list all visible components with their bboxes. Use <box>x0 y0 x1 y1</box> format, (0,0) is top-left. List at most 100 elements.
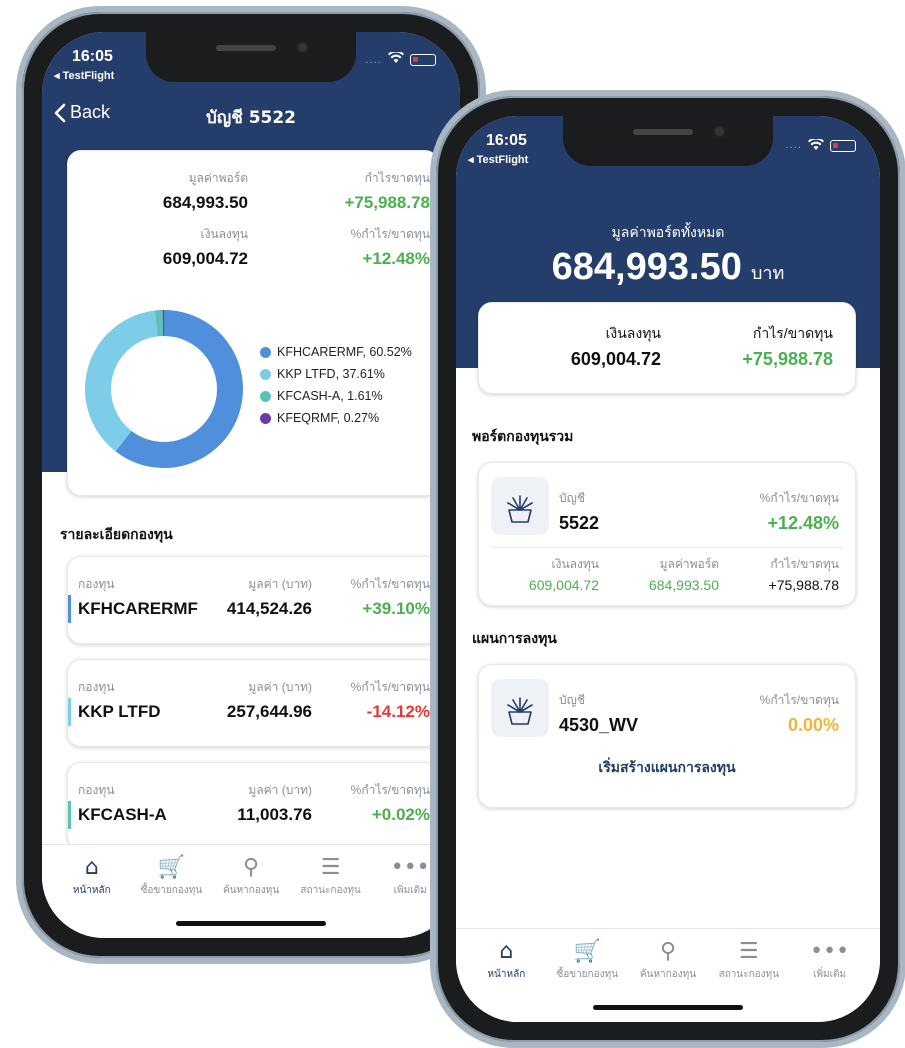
tab-label: ซื้อขายกองทุน <box>556 969 618 980</box>
total-value-amount: 684,993.50 <box>551 246 742 288</box>
wifi-icon <box>808 136 824 155</box>
legend-swatch <box>260 390 271 402</box>
legend-label: KKP LTFD, 37.61% <box>277 367 385 381</box>
invested-value: 609,004.72 <box>570 349 661 369</box>
value-col-label: มูลค่า (บาท) <box>248 680 312 694</box>
portfolio-value-label: มูลค่าพอร์ต <box>188 171 248 185</box>
profit-value: +75,988.78 <box>768 577 839 593</box>
fund-col-label: กองทุน <box>78 577 115 591</box>
pct-col-label: %กำไร/ขาดทุน <box>350 577 430 591</box>
tab-label: เพิ่มเติม <box>813 969 847 980</box>
tab-icon: 🛒 <box>573 939 601 964</box>
plan-card[interactable]: บัญชี 4530_WV %กำไร/ขาดทุน 0.00% เริ่มสร… <box>478 664 856 808</box>
status-time: 16:05 <box>72 48 113 65</box>
tab-icon: ⚲ <box>659 939 677 964</box>
fund-details-title: รายละเอียดกองทุน <box>60 527 173 543</box>
fund-pct: +39.10% <box>362 599 430 618</box>
tab-label: ค้นหากองทุน <box>639 969 697 980</box>
fund-color-bar <box>68 801 71 829</box>
pct-col-label: %กำไร/ขาดทุน <box>350 783 430 797</box>
donut-slice-kkp-ltfd <box>85 310 159 452</box>
create-plan-link[interactable]: เริ่มสร้างแผนการลงทุน <box>479 757 855 779</box>
testflight-back[interactable]: ◂ TestFlight <box>468 153 528 166</box>
right-phone: 16:05 ◂ TestFlight .... มูลค่าพอร์ตทั้งห… <box>430 90 905 1048</box>
tab-icon: 🛒 <box>157 855 186 880</box>
portfolio-value: 684,993.50 <box>648 577 719 593</box>
fund-pct: -14.12% <box>366 702 430 721</box>
pct-col-label: %กำไร/ขาดทุน <box>350 680 430 694</box>
donut-slice-kfhcarermf <box>115 310 243 468</box>
portfolio-value-label: มูลค่าพอร์ต <box>659 557 719 571</box>
value-col-label: มูลค่า (บาท) <box>248 783 312 797</box>
profit-label: กำไร/ขาดทุน <box>770 557 839 571</box>
fund-row[interactable]: กองทุน มูลค่า (บาท) %กำไร/ขาดทุน KKP LTF… <box>67 659 439 747</box>
legend-swatch <box>260 412 271 424</box>
legend-label: KFEQRMF, 0.27% <box>277 411 380 425</box>
legend-swatch <box>260 368 271 380</box>
profit-pct-value: +12.48% <box>362 249 430 268</box>
home-indicator[interactable] <box>593 1005 743 1010</box>
total-value-unit: บาท <box>750 263 785 284</box>
fund-col-label: กองทุน <box>78 680 115 694</box>
testflight-back[interactable]: ◂ TestFlight <box>54 69 114 82</box>
profit-pct-label: %กำไร/ขาดทุน <box>350 227 430 241</box>
tab-0[interactable]: ⌂ หน้าหลัก <box>463 937 549 982</box>
profit-value: +75,988.78 <box>742 349 833 369</box>
fund-row[interactable]: กองทุน มูลค่า (บาท) %กำไร/ขาดทุน KFCASH-… <box>67 762 439 850</box>
fund-color-bar <box>68 595 71 623</box>
pct-value: +12.48% <box>767 513 839 533</box>
invested-value: 609,004.72 <box>528 577 599 593</box>
legend-label: KFCASH-A, 1.61% <box>277 389 383 403</box>
profit-value: +75,988.78 <box>344 193 430 212</box>
tab-icon: ⌂ <box>499 939 514 964</box>
status-time: 16:05 <box>486 132 527 149</box>
signal-dots: .... <box>785 140 802 151</box>
tab-1[interactable]: 🛒 ซื้อขายกองทุน <box>128 853 214 898</box>
legend-label: KFHCARERMF, 60.52% <box>277 345 412 359</box>
tab-0[interactable]: ⌂ หน้าหลัก <box>49 853 135 898</box>
home-indicator[interactable] <box>176 921 326 926</box>
tab-4[interactable]: ••• เพิ่มเติม <box>787 937 873 982</box>
invested-value: 609,004.72 <box>162 249 248 268</box>
summary-card: มูลค่าพอร์ต 684,993.50 กำไรขาดทุน +75,98… <box>67 150 439 496</box>
total-value-label: มูลค่าพอร์ตทั้งหมด <box>611 225 725 241</box>
pct-label: %กำไร/ขาดทุน <box>759 693 839 707</box>
legend-item: KFCASH-A, 1.61% <box>260 389 412 403</box>
fund-col-label: กองทุน <box>78 783 115 797</box>
legend-swatch <box>260 346 271 358</box>
tab-icon: ☰ <box>320 855 341 880</box>
pct-value: 0.00% <box>787 715 839 735</box>
investment-summary-card: เงินลงทุน 609,004.72 กำไร/ขาดทุน +75,988… <box>478 302 856 394</box>
tab-label: สถานะกองทุน <box>718 969 779 980</box>
legend-item: KFHCARERMF, 60.52% <box>260 345 412 359</box>
account-label: บัญชี <box>559 491 585 505</box>
account-number: 5522 <box>559 513 600 533</box>
tab-3[interactable]: ☰ สถานะกองทุน <box>288 853 374 898</box>
total-value: 684,993.50 บาท <box>456 246 880 289</box>
tab-icon: ⚲ <box>242 855 260 880</box>
chart-legend: KFHCARERMF, 60.52% KKP LTFD, 37.61% KFCA… <box>260 345 412 433</box>
tab-2[interactable]: ⚲ ค้นหากองทุน <box>208 853 294 898</box>
account-card[interactable]: บัญชี 5522 %กำไร/ขาดทุน +12.48% เงินลงทุ… <box>478 462 856 606</box>
profit-label: กำไร/ขาดทุน <box>752 325 833 341</box>
left-screen: 16:05 ◂ TestFlight .... Back บัญชี 5522 … <box>42 32 460 938</box>
tab-3[interactable]: ☰ สถานะกองทุน <box>706 937 792 982</box>
fund-value: 11,003.76 <box>237 805 312 824</box>
legend-item: KFEQRMF, 0.27% <box>260 411 412 425</box>
portfolio-value: 684,993.50 <box>162 193 248 212</box>
fund-value: 257,644.96 <box>226 702 312 721</box>
fund-pct: +0.02% <box>371 805 430 824</box>
left-phone: 16:05 ◂ TestFlight .... Back บัญชี 5522 … <box>16 6 486 964</box>
signal-dots: .... <box>365 54 382 66</box>
tab-1[interactable]: 🛒 ซื้อขายกองทุน <box>544 937 630 982</box>
invested-label: เงินลงทุน <box>605 325 661 341</box>
tab-label: หน้าหลัก <box>72 885 111 896</box>
tab-label: ซื้อขายกองทุน <box>140 885 203 896</box>
fund-name: KFCASH-A <box>78 805 167 824</box>
tab-label: หน้าหลัก <box>487 969 526 980</box>
account-label: บัญชี <box>559 693 585 707</box>
tab-2[interactable]: ⚲ ค้นหากองทุน <box>625 937 711 982</box>
plan-account-number: 4530_WV <box>559 715 639 735</box>
plant-icon <box>491 477 549 535</box>
fund-row[interactable]: กองทุน มูลค่า (บาท) %กำไร/ขาดทุน KFHCARE… <box>67 556 439 644</box>
